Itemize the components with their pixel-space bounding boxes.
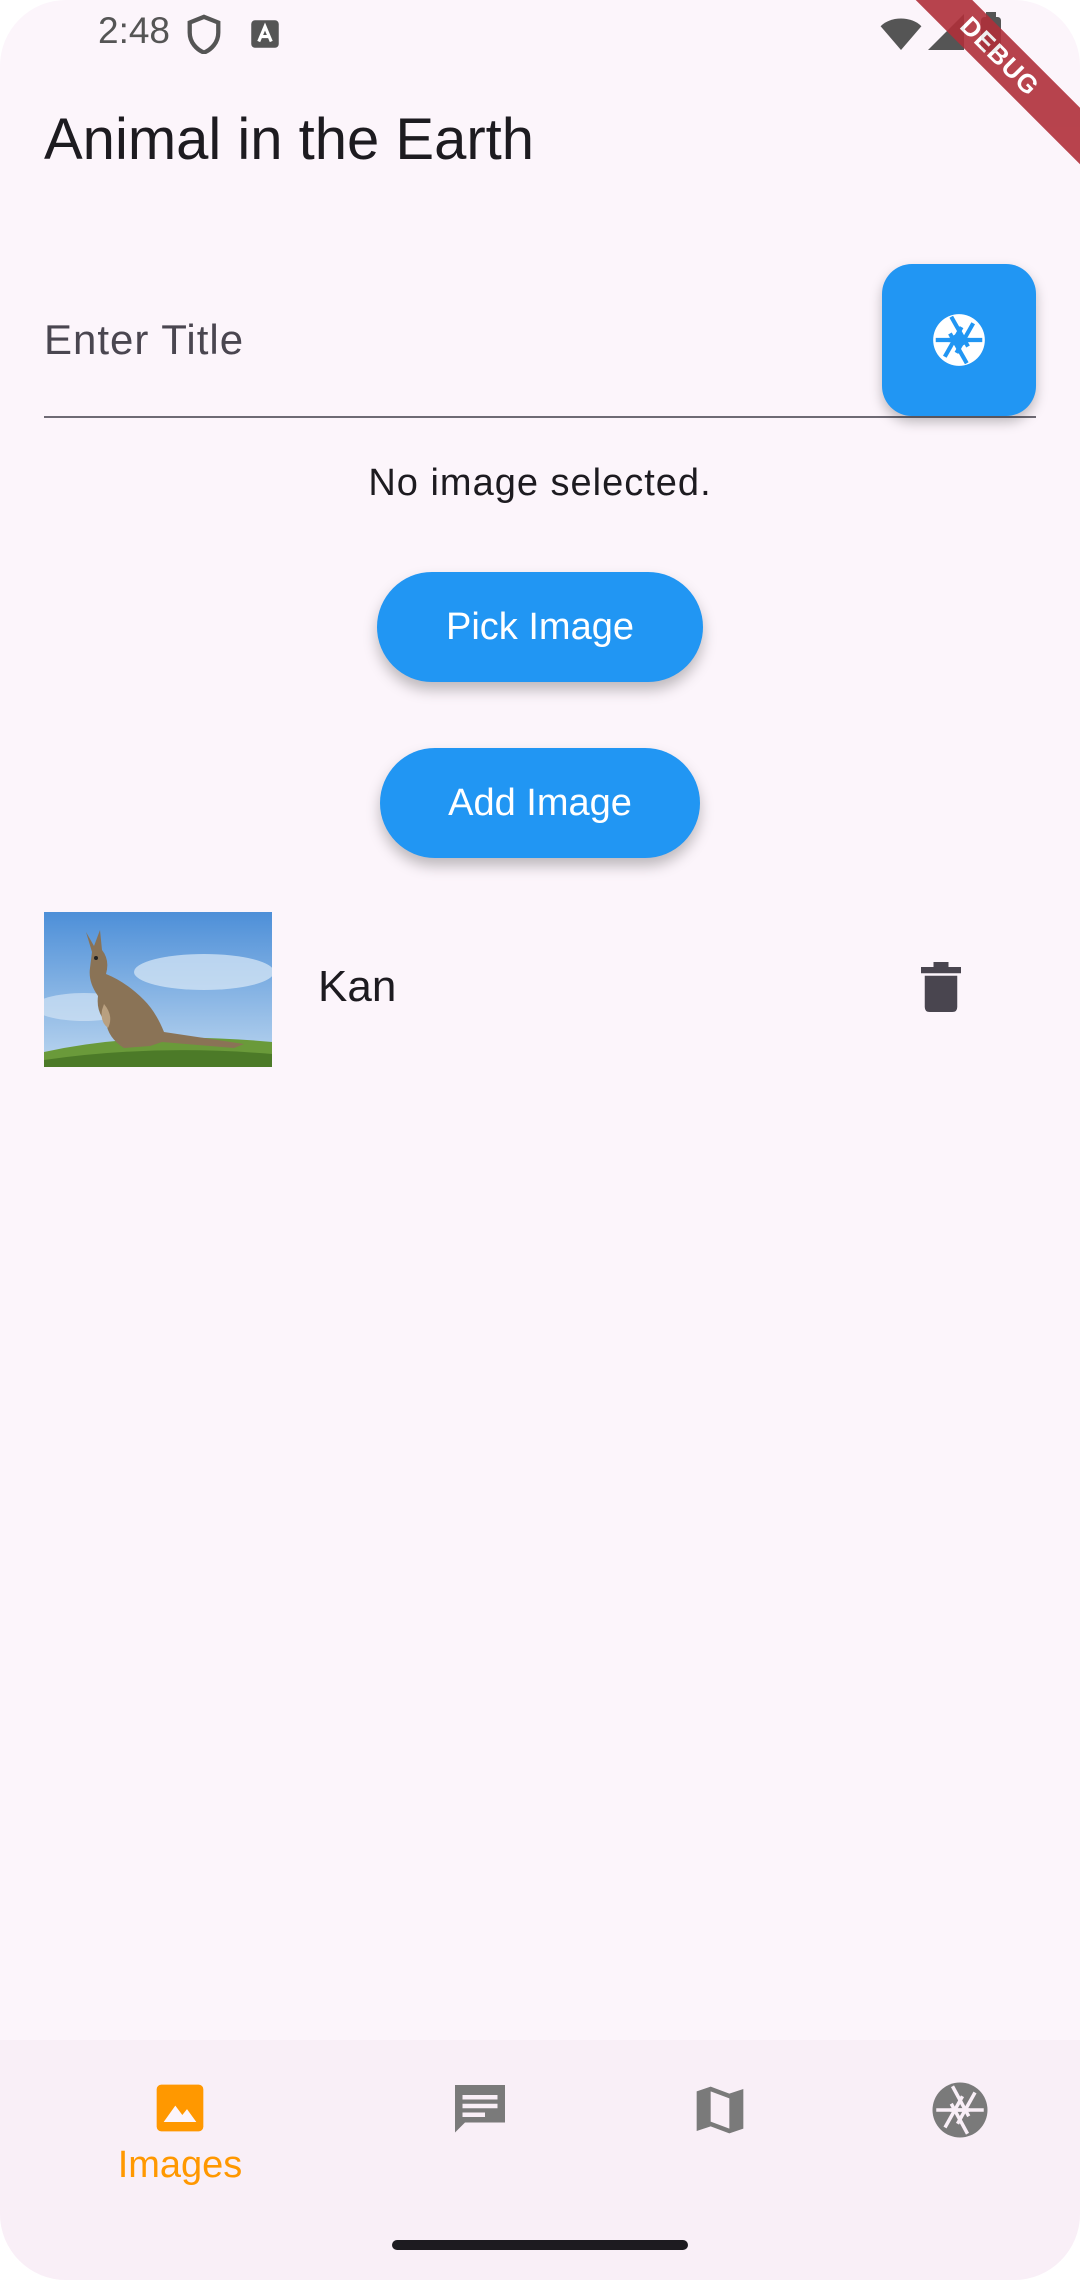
pick-image-button[interactable]: Pick Image bbox=[377, 572, 703, 682]
camera-shutter-icon bbox=[932, 2082, 988, 2138]
page-title: Animal in the Earth bbox=[44, 107, 535, 172]
shield-icon bbox=[187, 14, 221, 54]
trash-icon bbox=[921, 962, 961, 1012]
image-icon bbox=[156, 2084, 204, 2132]
status-time: 2:48 bbox=[98, 10, 171, 51]
title-input[interactable] bbox=[44, 300, 864, 380]
nav-item-map[interactable] bbox=[620, 2080, 820, 2220]
list-item[interactable]: Kan bbox=[44, 912, 1036, 1068]
nav-item-images[interactable]: Images bbox=[80, 2080, 280, 2220]
app-screen: 2:48 DEBUG Animal in the Earth Enter Tit… bbox=[0, 0, 1080, 2280]
nav-item-camera[interactable] bbox=[860, 2080, 1060, 2220]
nav-label-images: Images bbox=[117, 2144, 243, 2186]
chat-icon bbox=[455, 2085, 505, 2133]
home-indicator[interactable] bbox=[392, 2240, 688, 2250]
camera-shutter-icon bbox=[933, 314, 985, 366]
status-bar: 2:48 bbox=[0, 0, 1080, 66]
item-title: Kan bbox=[318, 962, 397, 1011]
camera-fab-button[interactable] bbox=[882, 264, 1036, 416]
wifi-icon bbox=[880, 18, 922, 50]
add-image-button[interactable]: Add Image bbox=[380, 748, 700, 858]
kangaroo-thumbnail bbox=[44, 912, 272, 1067]
map-icon bbox=[696, 2086, 744, 2134]
status-message: No image selected. bbox=[368, 462, 712, 504]
nav-item-chat[interactable] bbox=[380, 2080, 580, 2220]
a-badge-icon bbox=[251, 20, 279, 48]
delete-button[interactable] bbox=[906, 952, 976, 1022]
